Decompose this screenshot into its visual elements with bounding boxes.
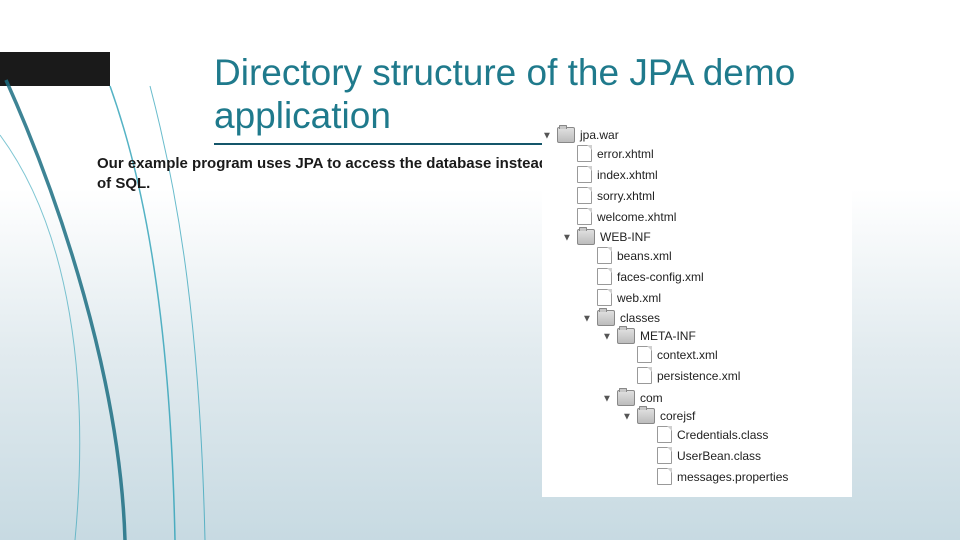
tree-folder: ▼classes▼META-INF▼context.xml▼persistenc… [582,308,852,493]
tree-folder: ▼jpa.war▼error.xhtml▼index.xhtml▼sorry.x… [542,125,852,497]
tree-file: ▼sorry.xhtml [562,185,852,206]
tree-row[interactable]: ▼beans.xml [582,247,852,264]
tree-item-label: classes [620,311,660,325]
file-icon [657,468,672,485]
tree-row[interactable]: ▼error.xhtml [562,145,852,162]
tree-row[interactable]: ▼ classes [582,310,852,326]
folder-icon [637,408,655,424]
tree-file: ▼error.xhtml [562,143,852,164]
file-icon [637,346,652,363]
tree-item-label: index.xhtml [597,168,658,182]
file-icon [597,247,612,264]
folder-icon [557,127,575,143]
slide: Directory structure of the JPA demo appl… [0,0,960,540]
tree-row[interactable]: ▼ com [602,390,852,406]
folder-icon [617,390,635,406]
tree-row[interactable]: ▼faces-config.xml [582,268,852,285]
file-icon [597,268,612,285]
tree-file: ▼messages.properties [642,466,852,487]
tree-item-label: com [640,391,663,405]
tree-item-label: META-INF [640,329,696,343]
tree-row[interactable]: ▼ WEB-INF [562,229,852,245]
tree-item-label: error.xhtml [597,147,654,161]
tree-item-label: sorry.xhtml [597,189,655,203]
tree-file: ▼welcome.xhtml [562,206,852,227]
slide-body-text: Our example program uses JPA to access t… [97,154,557,195]
tree-row[interactable]: ▼Credentials.class [642,426,852,443]
tree-row[interactable]: ▼index.xhtml [562,166,852,183]
tree-item-label: UserBean.class [677,449,761,463]
disclosure-triangle-icon[interactable]: ▼ [542,130,552,141]
tree-folder: ▼ META-INF ▼context.xml ▼persistence.xml [602,326,852,388]
tree-item-label: Credentials.class [677,428,768,442]
tree-row[interactable]: ▼messages.properties [642,468,852,485]
tree-file: ▼UserBean.class [642,445,852,466]
folder-icon [617,328,635,344]
tree-file: ▼persistence.xml [622,365,852,386]
disclosure-triangle-icon[interactable]: ▼ [622,411,632,422]
tree-item-label: messages.properties [677,470,788,484]
tree-folder: ▼ corejsf ▼Credentials.class ▼UserBean.clas… [622,406,852,489]
disclosure-triangle-icon[interactable]: ▼ [602,393,612,404]
file-icon [577,208,592,225]
tree-item-label: beans.xml [617,249,672,263]
tree-item-label: web.xml [617,291,661,305]
tree-row[interactable]: ▼ META-INF [602,328,852,344]
tree-row[interactable]: ▼welcome.xhtml [562,208,852,225]
tree-item-label: context.xml [657,348,718,362]
disclosure-triangle-icon[interactable]: ▼ [602,331,612,342]
file-icon [637,367,652,384]
tree-row[interactable]: ▼UserBean.class [642,447,852,464]
file-icon [577,187,592,204]
tree-file: ▼context.xml [622,344,852,365]
tree-item-label: WEB-INF [600,230,651,244]
tree-item-label: welcome.xhtml [597,210,676,224]
tree-row[interactable]: ▼ corejsf [622,408,852,424]
tree-row[interactable]: ▼context.xml [622,346,852,363]
tree-row[interactable]: ▼ jpa.war [542,127,852,143]
tree-file: ▼index.xhtml [562,164,852,185]
tree-item-label: jpa.war [580,128,619,142]
tree-row[interactable]: ▼web.xml [582,289,852,306]
file-icon [657,447,672,464]
tree-file: ▼web.xml [582,287,852,308]
tree-item-label: faces-config.xml [617,270,704,284]
tree-folder: ▼ com ▼ corejsf ▼Credentials.class ▼UserBean.… [602,388,852,491]
tree-row[interactable]: ▼persistence.xml [622,367,852,384]
folder-icon [597,310,615,326]
tree-row[interactable]: ▼sorry.xhtml [562,187,852,204]
directory-tree: ▼jpa.war▼error.xhtml▼index.xhtml▼sorry.x… [542,125,852,497]
folder-icon [577,229,595,245]
tree-file: ▼Credentials.class [642,424,852,445]
tree-file: ▼faces-config.xml [582,266,852,287]
tree-file: ▼beans.xml [582,245,852,266]
file-icon [577,166,592,183]
file-icon [597,289,612,306]
disclosure-triangle-icon[interactable]: ▼ [582,313,592,324]
tree-folder: ▼WEB-INF▼beans.xml▼faces-config.xml▼web.… [562,227,852,495]
file-icon [657,426,672,443]
file-icon [577,145,592,162]
disclosure-triangle-icon[interactable]: ▼ [562,232,572,243]
tree-item-label: corejsf [660,409,695,423]
accent-bar [0,52,110,86]
tree-item-label: persistence.xml [657,369,740,383]
